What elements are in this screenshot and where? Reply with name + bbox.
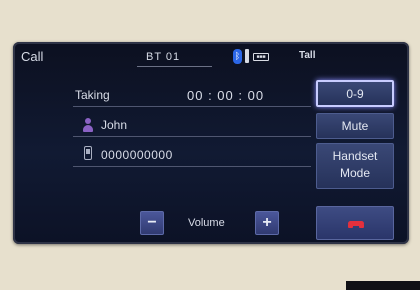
contact-name: John xyxy=(101,118,128,132)
signal-icon: Tall xyxy=(299,50,316,61)
image-code-tag xyxy=(346,281,420,290)
row-divider xyxy=(73,166,311,167)
bluetooth-icon: ᛒ xyxy=(233,49,242,64)
handset-mode-label-line1: Handset xyxy=(332,149,378,163)
handset-mode-label-line2: Mode xyxy=(339,166,371,180)
call-timer: 00 : 00 : 00 xyxy=(187,88,265,103)
device-name: BT 01 xyxy=(146,51,181,63)
mobile-phone-icon xyxy=(84,146,92,160)
volume-down-button[interactable]: − xyxy=(140,211,164,235)
call-screen: Call BT 01 ᛒ ■■■ Tall Taking 00 : 00 : 0… xyxy=(13,42,409,244)
person-icon xyxy=(83,118,93,132)
battery-icon: ■■■ xyxy=(253,53,269,61)
volume-label: Volume xyxy=(188,217,225,229)
header-divider xyxy=(137,66,212,67)
phone-number: 0000000000 xyxy=(101,148,173,162)
end-call-button[interactable] xyxy=(316,206,394,240)
call-status: Taking xyxy=(75,88,110,102)
phone-status-icon xyxy=(245,49,249,63)
row-divider xyxy=(73,136,311,137)
handset-mode-button[interactable]: Handset Mode xyxy=(316,143,394,189)
keypad-button[interactable]: 0-9 xyxy=(316,80,394,107)
mute-button[interactable]: Mute xyxy=(316,113,394,139)
end-call-icon xyxy=(348,221,364,228)
volume-up-button[interactable]: + xyxy=(255,211,279,235)
screen-title: Call xyxy=(21,49,44,64)
row-divider xyxy=(73,106,311,107)
